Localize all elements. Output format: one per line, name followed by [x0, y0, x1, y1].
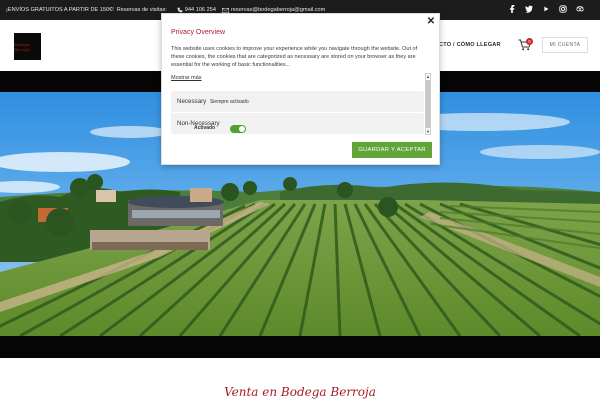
necessary-cookies-section[interactable]: Necessary Siempre activado [171, 91, 424, 112]
free-shipping-promo: ¡ENVÍOS GRATUITOS A PARTIR DE 150€! [6, 7, 114, 13]
modal-title: Privacy Overview [171, 29, 226, 36]
show-more-link[interactable]: Mostrar más [171, 75, 202, 81]
logo-text: Bodega Berroja [14, 41, 30, 52]
always-enabled-label: Siempre activado [209, 99, 249, 105]
non-necessary-cookies-section[interactable]: Non-Necessary Activado [171, 113, 424, 134]
cookie-consent-modal: ✕ Privacy Overview This website uses coo… [161, 13, 440, 165]
youtube-icon[interactable] [542, 5, 550, 13]
scroll-up-arrow-icon[interactable]: ▲ [426, 74, 430, 79]
hero-bottom-band [0, 336, 600, 358]
section-title: Venta en Bodega Berroja [224, 385, 376, 399]
cart-count-badge: 0 [526, 38, 533, 45]
twitter-icon[interactable] [525, 5, 533, 13]
non-necessary-toggle[interactable] [230, 125, 246, 133]
site-logo[interactable]: Bodega Berroja [14, 33, 41, 60]
modal-scrollbar[interactable]: ▲ ▼ [425, 73, 431, 135]
necessary-label: Necessary [177, 98, 207, 105]
scrollbar-thumb[interactable] [426, 80, 430, 128]
tripadvisor-icon[interactable] [576, 5, 584, 13]
my-account-button[interactable]: MI CUENTA [542, 37, 588, 53]
scroll-down-arrow-icon[interactable]: ▼ [426, 129, 430, 134]
social-links [508, 5, 584, 13]
instagram-icon[interactable] [559, 5, 567, 13]
visit-reservation-label: Reservas de visitas: [116, 7, 167, 13]
enabled-state-label: Activado [194, 125, 216, 131]
facebook-icon[interactable] [508, 5, 516, 13]
page: ¡ENVÍOS GRATUITOS A PARTIR DE 150€! Rese… [0, 0, 600, 400]
nav-item-contact-directions[interactable]: CTO / CÓMO LLEGAR [439, 42, 501, 48]
necessary-label-wrap: Necessary Siempre activado [177, 98, 249, 105]
close-icon[interactable]: ✕ [425, 16, 437, 28]
save-and-accept-button[interactable]: GUARDAR Y ACEPTAR [352, 142, 432, 158]
modal-description: This website uses cookies to improve you… [171, 46, 418, 69]
envelope-icon [221, 7, 229, 13]
